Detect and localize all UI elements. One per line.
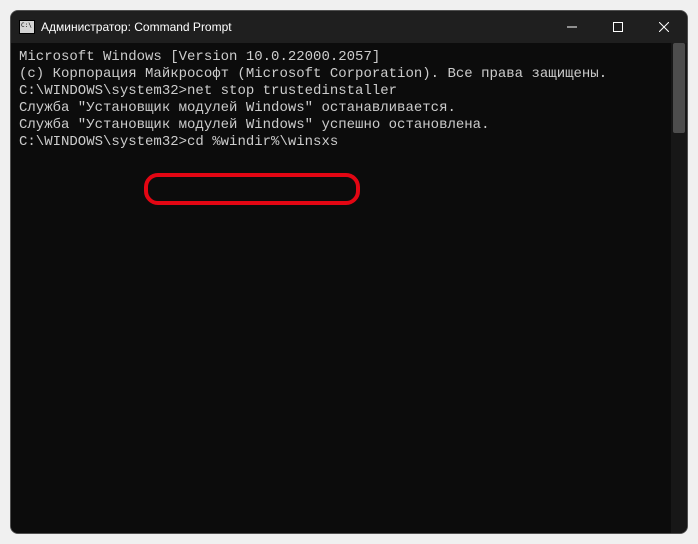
command-line: C:\WINDOWS\system32>net stop trustedinst… [19,83,679,100]
window-title: Администратор: Command Prompt [41,20,549,34]
maximize-icon [613,22,623,32]
output-line: Microsoft Windows [Version 10.0.22000.20… [19,49,679,66]
close-button[interactable] [641,11,687,43]
minimize-button[interactable] [549,11,595,43]
scrollbar-track[interactable] [671,43,687,533]
window-controls [549,11,687,43]
output-line: Служба "Установщик модулей Windows" успе… [19,117,679,134]
command-prompt-window: Администратор: Command Prompt Microsoft … [10,10,688,534]
cmd-icon [19,20,35,34]
output-line: Служба "Установщик модулей Windows" оста… [19,100,679,117]
prompt: C:\WINDOWS\system32> [19,134,187,150]
command-line: C:\WINDOWS\system32>cd %windir%\winsxs [19,134,679,151]
terminal-output[interactable]: Microsoft Windows [Version 10.0.22000.20… [11,43,687,533]
output-line: (c) Корпорация Майкрософт (Microsoft Cor… [19,66,679,83]
maximize-button[interactable] [595,11,641,43]
entered-command: net stop trustedinstaller [187,83,397,99]
entered-command: cd %windir%\winsxs [187,134,338,150]
minimize-icon [567,22,577,32]
prompt: C:\WINDOWS\system32> [19,83,187,99]
close-icon [659,22,669,32]
scrollbar-thumb[interactable] [673,43,685,133]
titlebar[interactable]: Администратор: Command Prompt [11,11,687,43]
